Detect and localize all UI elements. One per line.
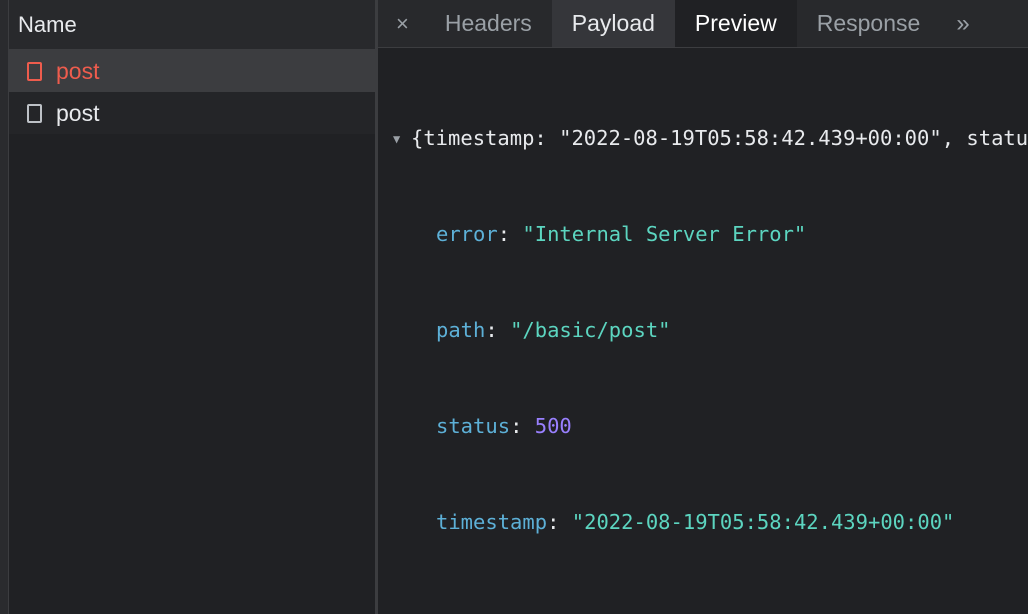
request-row-post[interactable]: post [9, 92, 375, 134]
json-key: status [436, 414, 511, 438]
close-icon[interactable]: × [378, 0, 425, 47]
json-key: timestamp [436, 510, 548, 534]
json-property: path: "/basic/post" [436, 318, 671, 342]
file-icon [27, 103, 42, 123]
name-column-header[interactable]: Name [9, 0, 375, 50]
json-property: error: "Internal Server Error" [436, 222, 807, 246]
detail-tabbar: × Headers Payload Preview Response » [378, 0, 1028, 48]
json-value: 500 [534, 414, 572, 438]
request-row-post-error[interactable]: post [9, 50, 375, 92]
more-tabs-chevron-icon[interactable]: » [940, 0, 985, 47]
json-root-summary[interactable]: ▼ {timestamp: "2022-08-19T05:58:42.439+00… [378, 122, 1028, 154]
json-summary-text: {timestamp: "2022-08-19T05:58:42.439+00:… [411, 126, 1028, 150]
tab-preview[interactable]: Preview [674, 0, 797, 47]
file-icon [27, 61, 42, 81]
json-key: path [436, 318, 486, 342]
json-value: "Internal Server Error" [522, 222, 807, 246]
json-property: timestamp: "2022-08-19T05:58:42.439+00:0… [436, 510, 955, 534]
json-property: status: 500 [436, 414, 572, 438]
json-key: error [436, 222, 498, 246]
json-value: "2022-08-19T05:58:42.439+00:00" [571, 510, 955, 534]
request-list: Name post post [9, 0, 375, 614]
tab-response[interactable]: Response [797, 0, 941, 47]
request-name: post [56, 99, 100, 126]
left-gutter [0, 0, 9, 614]
tab-headers[interactable]: Headers [425, 0, 552, 47]
request-name: post [56, 57, 100, 84]
json-preview: ▼ {timestamp: "2022-08-19T05:58:42.439+00… [378, 48, 1028, 602]
devtools-network-panel: Name post post × Headers Payload Preview… [0, 0, 1028, 614]
request-detail-pane: × Headers Payload Preview Response » ▼ {t… [378, 0, 1028, 614]
name-column-label: Name [18, 11, 77, 37]
tab-payload[interactable]: Payload [551, 0, 675, 47]
json-value: "/basic/post" [510, 318, 671, 342]
expand-triangle-icon[interactable]: ▼ [393, 123, 411, 155]
